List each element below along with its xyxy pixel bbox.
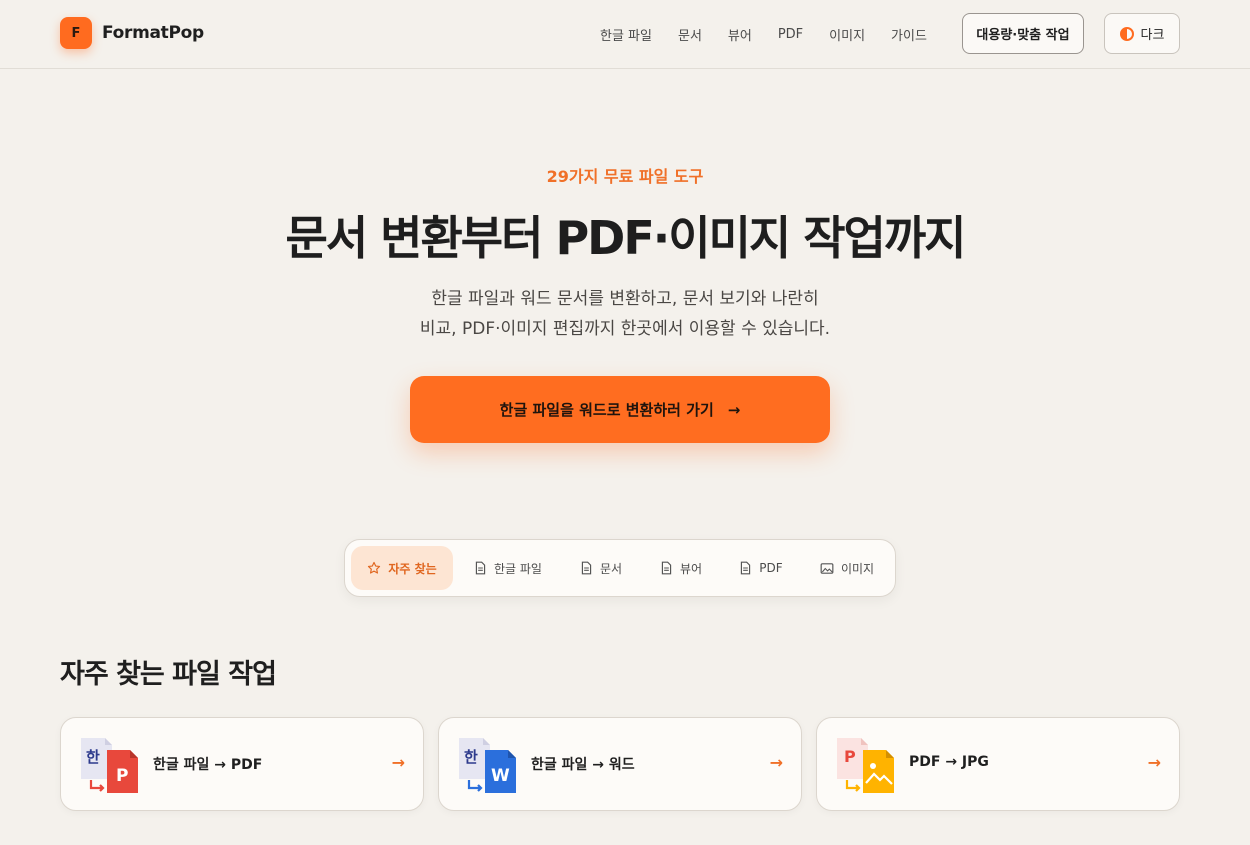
dark-mode-label: 다크 [1140,28,1165,43]
nav-item-image[interactable]: 이미지 [829,25,865,44]
tab-frequent[interactable]: 자주 찾는 [351,546,453,590]
to-glyph: P [116,766,128,786]
hero-eyebrow: 29가지 무료 파일 도구 [546,167,704,186]
image-icon [820,562,834,574]
dark-mode-button[interactable]: 다크 [1104,13,1180,54]
hero-desc-line-2: 비교, PDF·이미지 편집까지 한곳에서 이용할 수 있습니다. [419,319,831,339]
arrow-right-icon: → [769,753,783,772]
tab-hangul[interactable]: 한글 파일 [463,546,553,590]
pdf-to-jpg-icon: P [837,738,894,793]
tab-label: 한글 파일 [494,561,542,576]
card-label: PDF → JPG [909,754,989,770]
to-glyph: W [491,766,510,786]
hero-description: 한글 파일과 워드 문서를 변환하고, 문서 보기와 나란히 비교, PDF·이… [0,284,1250,344]
star-icon [368,561,381,574]
document-icon [581,561,592,575]
tab-label: 이미지 [840,561,875,576]
category-tabs: 자주 찾는 한글 파일 문서 뷰어 PDF 이미지 [344,539,896,597]
nav-item-hangul[interactable]: 한글 파일 [600,25,652,44]
tool-card-hangul-to-pdf[interactable]: 한 P 한글 파일 → PDF → [60,717,424,811]
tab-label: PDF [759,561,783,575]
nav-item-pdf[interactable]: PDF [778,27,803,42]
tool-card-hangul-to-word[interactable]: 한 W 한글 파일 → 워드 → [438,717,802,811]
tab-viewer[interactable]: 뷰어 [645,546,717,590]
logo-mark: F [60,17,92,49]
logo[interactable]: F FormatPop [60,17,204,49]
nav-item-guide[interactable]: 가이드 [891,25,927,44]
from-glyph: 한 [464,748,478,766]
tab-image[interactable]: 이미지 [807,546,887,590]
document-icon [741,561,751,575]
arrow-right-icon: → [1147,753,1161,772]
site-header: F FormatPop 한글 파일 문서 뷰어 PDF 이미지 가이드 대용량·… [0,0,1250,69]
tab-label: 뷰어 [679,561,703,576]
hangul-to-word-icon: 한 W [459,738,516,793]
cta-hangul-to-word-button[interactable]: 한글 파일을 워드로 변환하러 가기 → [410,376,830,443]
arrow-right-icon: → [391,753,405,772]
section-title: 자주 찾는 파일 작업 [60,659,277,690]
hangul-to-pdf-icon: 한 P [81,738,138,793]
document-icon [661,561,672,575]
tool-card-pdf-to-jpg[interactable]: P PDF → JPG → [816,717,1180,811]
tab-pdf[interactable]: PDF [725,546,797,590]
bulk-work-button[interactable]: 대용량·맞춤 작업 [962,13,1084,54]
hero-title: 문서 변환부터 PDF·이미지 작업까지 [285,211,967,265]
from-glyph: 한 [86,748,100,766]
card-label: 한글 파일 → PDF [153,757,263,773]
card-label: 한글 파일 → 워드 [531,757,635,773]
hero-desc-line-1: 한글 파일과 워드 문서를 변환하고, 문서 보기와 나란히 [431,289,819,309]
nav-item-document[interactable]: 문서 [678,25,702,44]
nav-item-viewer[interactable]: 뷰어 [728,25,752,44]
tab-document[interactable]: 문서 [565,546,637,590]
arrow-right-icon: → [727,400,741,419]
tab-label: 자주 찾는 [388,561,437,576]
cta-label: 한글 파일을 워드로 변환하러 가기 [499,401,714,419]
theme-toggle-icon [1119,26,1134,41]
tab-label: 문서 [599,561,623,576]
brand-name: FormatPop [102,23,204,43]
main-nav: 한글 파일 문서 뷰어 PDF 이미지 가이드 [600,0,953,68]
from-glyph: P [844,747,856,766]
document-icon [475,561,486,575]
